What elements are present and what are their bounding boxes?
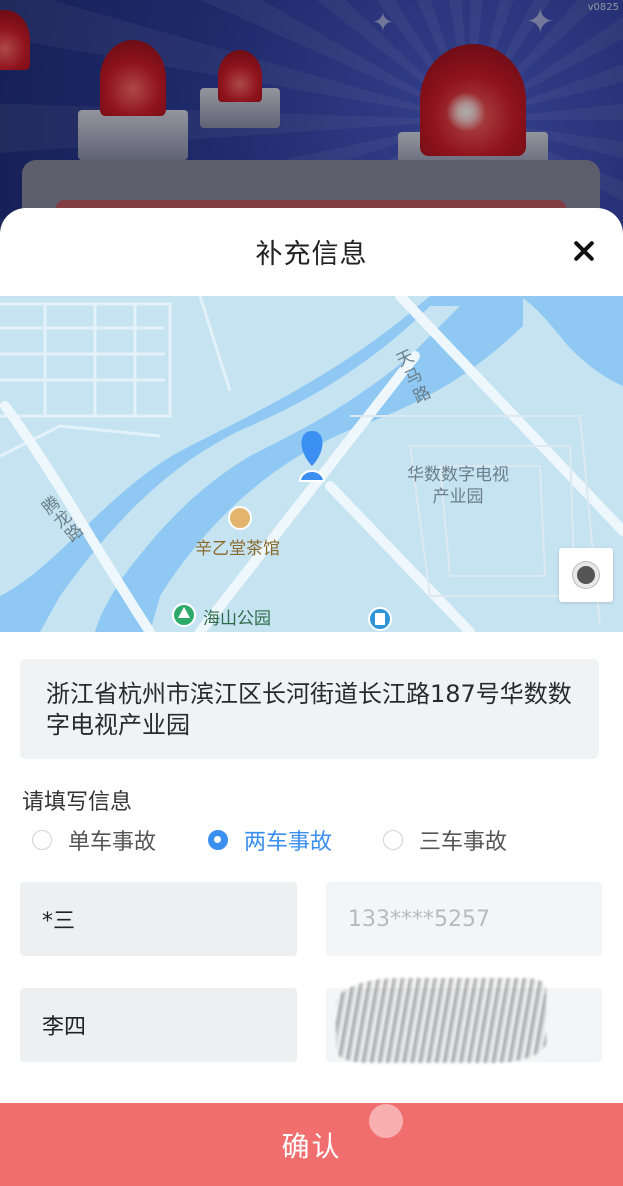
modal-header: 补充信息 bbox=[0, 208, 623, 296]
locate-icon bbox=[573, 562, 599, 588]
radio-label: 单车事故 bbox=[68, 830, 157, 855]
map-label-park: 海山公园 bbox=[203, 609, 271, 629]
supplement-info-modal: 补充信息 天马路 腾龙路 华数数字电视产业园 辛乙堂茶馆 海山公园 浙江省杭州市… bbox=[0, 208, 623, 1186]
location-pin-icon bbox=[298, 431, 326, 482]
modal-title: 补充信息 bbox=[255, 239, 368, 270]
touch-indicator bbox=[369, 1104, 403, 1138]
radio-single-vehicle[interactable]: 单车事故 bbox=[32, 824, 156, 856]
close-icon[interactable] bbox=[569, 236, 599, 266]
redaction-scribble bbox=[336, 978, 546, 1063]
map-canvas bbox=[0, 296, 623, 632]
party2-name-field[interactable]: 李四 bbox=[20, 988, 297, 1062]
confirm-button[interactable]: 确认 bbox=[0, 1103, 623, 1186]
accident-type-group: 单车事故 两车事故 三车事故 bbox=[32, 824, 592, 860]
radio-icon bbox=[32, 830, 52, 850]
radio-label: 两车事故 bbox=[244, 830, 333, 855]
radio-checked-icon bbox=[208, 830, 228, 850]
section-label: 请填写信息 bbox=[22, 790, 133, 815]
map-label-teahouse: 辛乙堂茶馆 bbox=[195, 539, 280, 559]
address-text: 浙江省杭州市滨江区长河街道长江路187号华数数字电视产业园 bbox=[20, 659, 599, 759]
radio-three-vehicle[interactable]: 三车事故 bbox=[383, 824, 507, 856]
locate-button[interactable] bbox=[559, 548, 613, 602]
radio-label: 三车事故 bbox=[419, 830, 508, 855]
radio-two-vehicle[interactable]: 两车事故 bbox=[208, 824, 332, 856]
map-view[interactable]: 天马路 腾龙路 华数数字电视产业园 辛乙堂茶馆 海山公园 bbox=[0, 296, 623, 632]
map-label-industrial-park: 华数数字电视产业园 bbox=[407, 465, 509, 507]
party1-name-field[interactable]: *三 bbox=[20, 882, 297, 956]
radio-icon bbox=[383, 830, 403, 850]
party1-phone-field[interactable]: 133****5257 bbox=[326, 882, 602, 956]
